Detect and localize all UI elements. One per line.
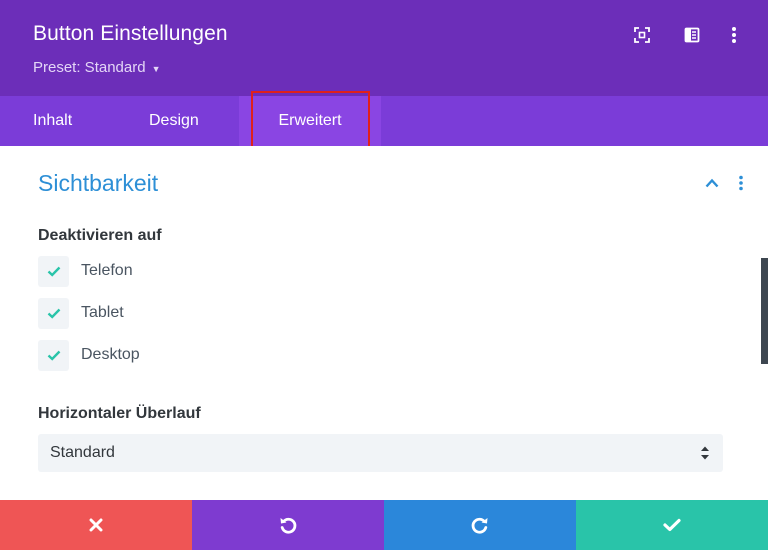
caret-down-icon: ▼ (151, 63, 161, 74)
tab-label: Inhalt (33, 112, 73, 129)
tab-bar: Inhalt Design Erweitert (0, 96, 768, 146)
checkmark-icon (47, 350, 60, 361)
preset-label: Preset: Standard (33, 59, 146, 76)
save-button[interactable] (576, 500, 768, 550)
checkbox-box[interactable] (38, 297, 69, 329)
checkmark-icon (663, 518, 681, 532)
close-icon (89, 518, 103, 532)
modal-header: Button Einstellungen Preset: Standard ▼ (0, 0, 768, 96)
checkbox-box[interactable] (38, 339, 69, 371)
action-bar (0, 500, 768, 550)
overflow-select[interactable]: Standard (38, 434, 723, 472)
checkbox-label: Tablet (81, 304, 124, 321)
select-arrows-icon (701, 446, 709, 460)
more-options-icon[interactable] (724, 25, 744, 45)
checkmark-icon (47, 308, 60, 319)
overflow-label: Horizontaler Überlauf (38, 405, 201, 422)
undo-icon (280, 517, 297, 534)
select-value: Standard (50, 444, 115, 461)
tab-label: Erweitert (278, 112, 342, 129)
split-view-icon[interactable] (682, 25, 702, 45)
chevron-up-icon[interactable] (702, 173, 722, 193)
focus-icon[interactable] (632, 25, 652, 45)
settings-panel: Sichtbarkeit Deaktivieren auf Telefon Ta… (0, 146, 768, 500)
scrollbar-thumb[interactable] (761, 258, 768, 364)
undo-button[interactable] (192, 500, 384, 550)
tab-design[interactable]: Design (149, 96, 199, 146)
tab-label: Design (149, 112, 199, 129)
disable-on-label: Deaktivieren auf (38, 227, 162, 244)
tab-erweitert[interactable]: Erweitert (239, 96, 381, 146)
preset-dropdown[interactable]: Preset: Standard ▼ (33, 59, 161, 76)
checkmark-icon (47, 266, 60, 277)
section-options-icon[interactable] (731, 173, 751, 193)
checkbox-label: Desktop (81, 346, 140, 363)
checkbox-desktop[interactable]: Desktop (38, 339, 140, 371)
checkbox-box[interactable] (38, 255, 69, 287)
redo-icon (471, 517, 488, 534)
checkbox-tablet[interactable]: Tablet (38, 297, 124, 329)
section-title[interactable]: Sichtbarkeit (38, 170, 158, 197)
checkbox-telefon[interactable]: Telefon (38, 255, 133, 287)
cancel-button[interactable] (0, 500, 192, 550)
modal-title: Button Einstellungen (33, 22, 228, 45)
tab-inhalt[interactable]: Inhalt (33, 96, 72, 146)
checkbox-label: Telefon (81, 262, 133, 279)
redo-button[interactable] (384, 500, 576, 550)
